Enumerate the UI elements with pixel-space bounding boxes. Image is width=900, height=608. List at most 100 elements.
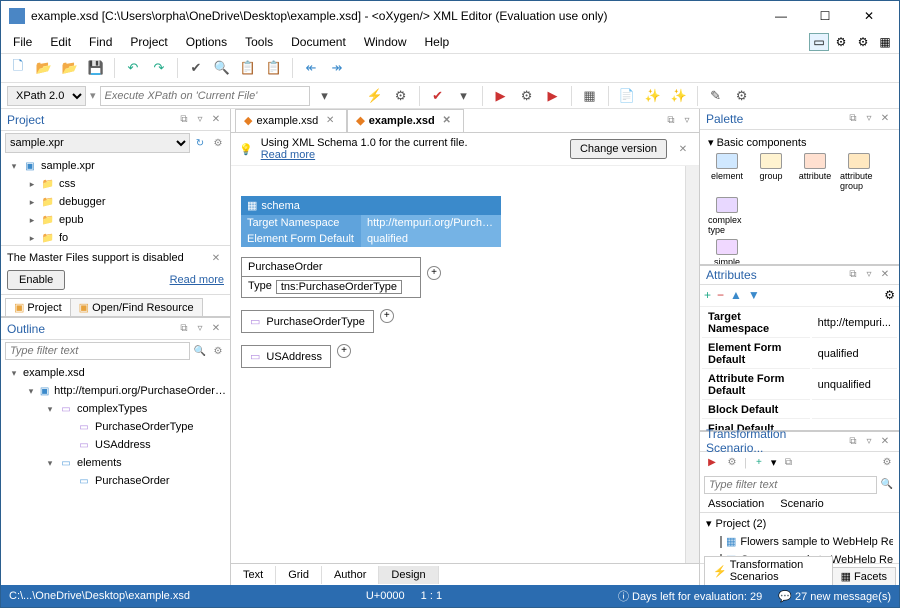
menu-tools[interactable]: Tools — [237, 33, 281, 51]
project-folder-epub[interactable]: ▸📁epub — [23, 211, 226, 229]
palette-group[interactable]: group — [752, 153, 790, 191]
expand-icon[interactable]: + — [337, 344, 351, 358]
palette-restore-icon[interactable]: ⧉ — [845, 111, 861, 127]
validate-dropdown-icon[interactable]: ▾ — [453, 85, 475, 107]
palette-attrgroup[interactable]: attribute group — [840, 153, 878, 191]
restore-icon[interactable]: ⧉ — [176, 112, 192, 128]
tabs-restore-icon[interactable]: ⧉ — [663, 113, 679, 129]
attrs-min-icon[interactable]: ▿ — [861, 267, 877, 283]
perspective-xquery-icon[interactable]: ⚙ — [853, 33, 873, 51]
trans-restore-icon[interactable]: ⧉ — [845, 433, 861, 449]
trans-run-icon[interactable]: ▶ — [704, 455, 720, 471]
attr-row[interactable]: Element Form Defaultqualified — [702, 340, 897, 369]
wand-icon[interactable]: ✨ — [642, 85, 664, 107]
open-icon[interactable]: 📂 — [33, 57, 55, 79]
undo-icon[interactable]: ↶ — [122, 57, 144, 79]
tab-project[interactable]: ▣Project — [5, 298, 71, 316]
new-icon[interactable]: 🗋 — [7, 57, 29, 79]
tab-open-find[interactable]: ▣Open/Find Resource — [70, 298, 203, 316]
outline-root[interactable]: ▾example.xsd — [5, 364, 226, 382]
tabs-min-icon[interactable]: ▿ — [679, 113, 695, 129]
paste-icon[interactable]: 📋 — [263, 57, 285, 79]
attr-row[interactable]: Attribute Form Defaultunqualified — [702, 371, 897, 400]
readmore-link[interactable]: Read more — [170, 274, 224, 286]
attr-add-icon[interactable]: + — [704, 288, 711, 302]
open-url-icon[interactable]: 📂 — [59, 57, 81, 79]
tab-transformation-scenarios[interactable]: ⚡Transformation Scenarios — [704, 556, 833, 585]
tab-close-icon[interactable]: ✕ — [439, 113, 455, 129]
redo-icon[interactable]: ↷ — [148, 57, 170, 79]
attr-down-icon[interactable]: ▼ — [748, 288, 760, 302]
view-author[interactable]: Author — [322, 566, 379, 584]
status-messages[interactable]: 💬 27 new message(s) — [778, 590, 891, 603]
edit-icon[interactable]: ✎ — [705, 85, 727, 107]
outline-purchaseorder[interactable]: ▭PurchaseOrder — [59, 472, 226, 490]
perspective-editor-icon[interactable]: ▭ — [809, 33, 829, 51]
project-root[interactable]: ▾▣sample.xpr — [5, 157, 226, 175]
tab-facets[interactable]: ▦Facets — [832, 567, 896, 585]
palette-close-icon[interactable]: ✕ — [877, 111, 893, 127]
trans-item-0[interactable]: ▦Flowers sample to WebHelp Respo — [706, 533, 893, 551]
expand-icon[interactable]: + — [380, 309, 394, 323]
outline-usaddress[interactable]: ▭USAddress — [59, 436, 226, 454]
outline-elements[interactable]: ▾▭elements — [41, 454, 226, 472]
minimize-panel-icon[interactable]: ▿ — [192, 112, 208, 128]
attr-up-icon[interactable]: ▲ — [730, 288, 742, 302]
attr-gear-icon[interactable]: ⚙ — [884, 288, 895, 302]
search-icon[interactable]: 🔍 — [211, 57, 233, 79]
trans-tab-assoc[interactable]: Association — [700, 496, 772, 512]
master-close-icon[interactable]: ✕ — [208, 250, 224, 266]
editor-tab-1[interactable]: ◆example.xsd✕ — [347, 109, 464, 133]
attrs-restore-icon[interactable]: ⧉ — [845, 267, 861, 283]
close-panel-icon[interactable]: ✕ — [208, 112, 224, 128]
palette-min-icon[interactable]: ▿ — [861, 111, 877, 127]
forward-icon[interactable]: ↠ — [326, 57, 348, 79]
xpath-options-icon[interactable]: ⚡ — [364, 85, 386, 107]
outline-filter-input[interactable] — [5, 342, 190, 360]
outline-complextypes[interactable]: ▾▭complexTypes — [41, 400, 226, 418]
menu-window[interactable]: Window — [356, 33, 415, 51]
trans-project-group[interactable]: ▾Project (2) — [706, 515, 893, 533]
trans-dup-icon[interactable]: ⧉ — [780, 455, 796, 471]
menu-options[interactable]: Options — [178, 33, 235, 51]
outline-purchaseordertype[interactable]: ▭PurchaseOrderType — [59, 418, 226, 436]
menu-document[interactable]: Document — [283, 33, 354, 51]
validate-icon[interactable]: ✔ — [427, 85, 449, 107]
checkbox-icon[interactable] — [720, 536, 722, 548]
menu-edit[interactable]: Edit — [42, 33, 79, 51]
perspective-database-icon[interactable]: ▦ — [875, 33, 895, 51]
copy-icon[interactable]: 📋 — [237, 57, 259, 79]
editor-tab-0[interactable]: ◆example.xsd✕ — [235, 109, 347, 133]
schema-box[interactable]: ▦schema Target Namespacehttp://tempuri.o… — [241, 196, 501, 247]
project-file-select[interactable]: sample.xpr — [5, 133, 190, 153]
save-icon[interactable]: 💾 — [85, 57, 107, 79]
expand-icon[interactable]: + — [427, 266, 441, 280]
trans-min-icon[interactable]: ▿ — [861, 433, 877, 449]
view-text[interactable]: Text — [231, 566, 276, 584]
change-version-button[interactable]: Change version — [570, 139, 667, 159]
trans-config-icon[interactable]: ⚙ — [724, 455, 740, 471]
menu-project[interactable]: Project — [122, 33, 175, 51]
run-icon[interactable]: ▶ — [490, 85, 512, 107]
minimize-button[interactable]: — — [759, 2, 803, 30]
trans-tab-scenario[interactable]: Scenario — [772, 496, 831, 512]
menu-find[interactable]: Find — [81, 33, 120, 51]
project-folder-fo[interactable]: ▸📁fo — [23, 229, 226, 245]
view-grid[interactable]: Grid — [276, 566, 322, 584]
trans-add-icon[interactable]: + — [751, 455, 767, 471]
debug-icon[interactable]: ▶ — [542, 85, 564, 107]
spellcheck-icon[interactable]: ✔ — [185, 57, 207, 79]
outline-min-icon[interactable]: ▿ — [192, 321, 208, 337]
generate-doc-icon[interactable]: 📄 — [616, 85, 638, 107]
outline-close-icon[interactable]: ✕ — [208, 321, 224, 337]
project-folder-debugger[interactable]: ▸📁debugger — [23, 193, 226, 211]
purchaseorder-element[interactable]: PurchaseOrder Typetns:PurchaseOrderType — [241, 257, 421, 298]
tab-close-icon[interactable]: ✕ — [322, 113, 338, 129]
enable-button[interactable]: Enable — [7, 270, 65, 290]
edit-config-icon[interactable]: ⚙ — [731, 85, 753, 107]
attr-remove-icon[interactable]: − — [717, 288, 724, 302]
refresh-icon[interactable]: ↻ — [192, 135, 208, 151]
outline-gear-icon[interactable]: ⚙ — [210, 343, 226, 359]
attr-row[interactable]: Block Default — [702, 402, 897, 419]
palette-attribute[interactable]: attribute — [796, 153, 834, 191]
